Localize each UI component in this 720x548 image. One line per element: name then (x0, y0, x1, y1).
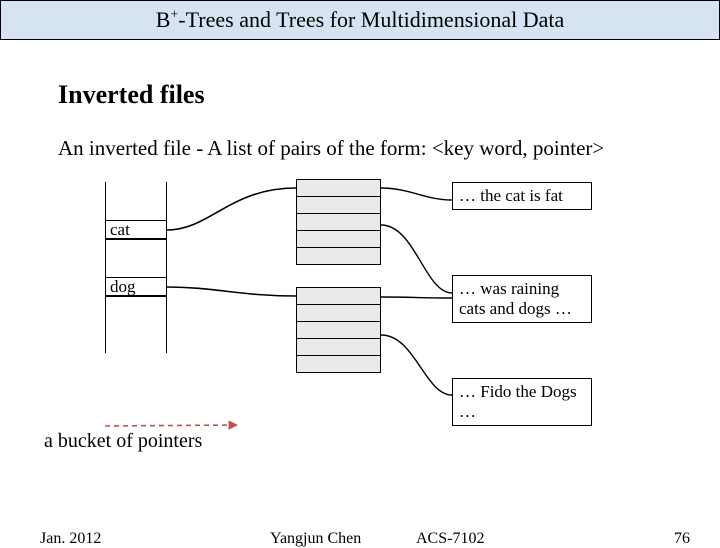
bucket-caption: a bucket of pointers (44, 430, 202, 453)
section-heading: Inverted files (58, 80, 205, 110)
definition-text: An inverted file - A list of pairs of th… (58, 136, 604, 161)
index-cell-cat: cat (105, 220, 167, 239)
footer-page: 76 (674, 530, 690, 548)
title-bar: B+-Trees and Trees for Multidimensional … (0, 0, 720, 40)
title-post: -Trees and Trees for Multidimensional Da… (178, 7, 564, 32)
doc-box-1: … the cat is fat (452, 182, 592, 210)
bucket-top (296, 180, 381, 265)
footer-author: Yangjun Chen (270, 530, 361, 548)
bucket-bottom (296, 288, 381, 373)
index-cell-dog: dog (105, 277, 167, 296)
diagram-stage: cat dog … the cat is fat … was raining c… (0, 170, 720, 470)
footer-course: ACS-7102 (416, 530, 484, 548)
doc-box-3: … Fido the Dogs … (452, 378, 592, 426)
title-pre: B (156, 7, 171, 32)
index-grid: cat dog (105, 182, 167, 353)
footer-date: Jan. 2012 (40, 530, 101, 548)
doc-box-2: … was raining cats and dogs … (452, 275, 592, 323)
